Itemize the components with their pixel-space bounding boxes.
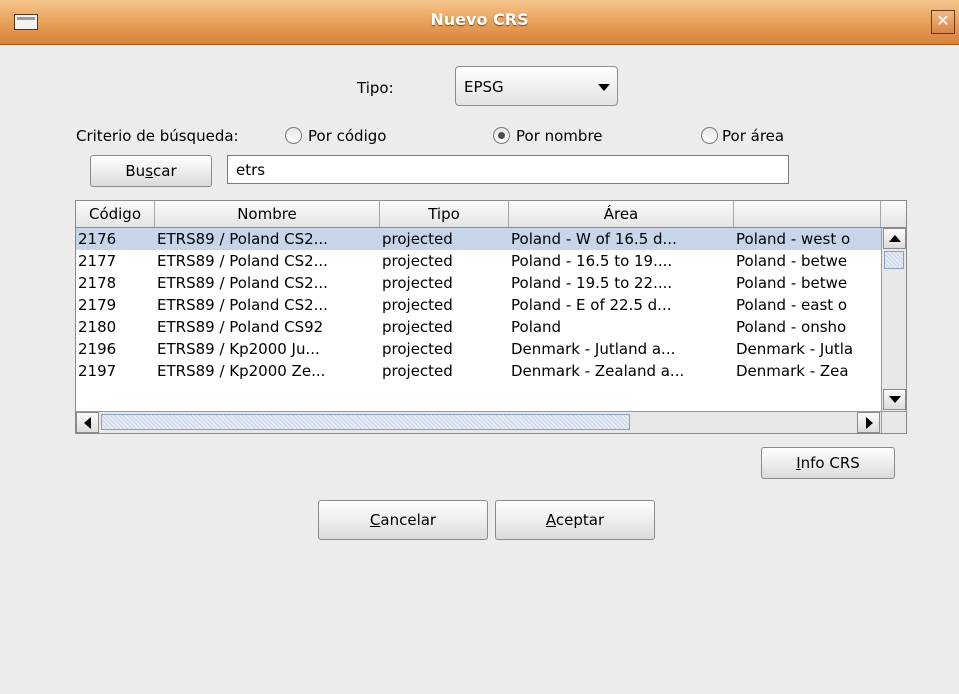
cell-tipo: projected <box>382 340 453 358</box>
horizontal-scroll-thumb[interactable] <box>101 414 630 430</box>
scroll-up-icon <box>889 235 901 242</box>
dropdown-arrow-icon <box>598 84 610 91</box>
cell-descripcion: Poland - west o <box>736 230 851 248</box>
radio-por-codigo[interactable] <box>285 127 302 144</box>
crs-table: Código Nombre Tipo Área 2176 ETRS89 / Pol… <box>75 200 907 434</box>
cell-descripcion: Poland - betwe <box>736 252 848 270</box>
radio-por-nombre-label[interactable]: Por nombre <box>516 127 603 145</box>
cell-nombre: ETRS89 / Kp2000 Ju... <box>157 340 320 358</box>
cell-codigo: 2177 <box>78 252 117 270</box>
table-header: Código Nombre Tipo Área <box>76 201 906 228</box>
cell-area: Poland <box>511 318 562 336</box>
tipo-selected-value: EPSG <box>464 78 504 96</box>
cancelar-label: ancelar <box>380 511 437 529</box>
table-row[interactable]: 2180 ETRS89 / Poland CS92 projected Poland P… <box>76 316 881 338</box>
tipo-select[interactable]: EPSG <box>455 66 618 106</box>
search-input[interactable] <box>227 155 789 184</box>
cell-area: Poland - 16.5 to 19.... <box>511 252 673 270</box>
column-header-tipo[interactable]: Tipo <box>380 201 509 227</box>
cell-codigo: 2176 <box>78 230 117 248</box>
column-header-nombre[interactable]: Nombre <box>155 201 380 227</box>
table-row[interactable]: 2196 ETRS89 / Kp2000 Ju... projected Denmar… <box>76 338 881 360</box>
cell-area: Poland - E of 22.5 d... <box>511 296 672 314</box>
scroll-down-icon <box>889 396 901 403</box>
title-bar[interactable]: Nuevo CRS ✕ <box>0 0 959 45</box>
tipo-label: Tipo: <box>357 79 394 97</box>
scroll-left-icon <box>84 417 91 429</box>
scroll-down-button[interactable] <box>883 389 906 410</box>
aceptar-mnemonic: A <box>545 511 556 529</box>
cell-nombre: ETRS89 / Kp2000 Ze... <box>157 362 326 380</box>
table-row[interactable]: 2179 ETRS89 / Poland CS2... projected Polan… <box>76 294 881 316</box>
table-row[interactable]: 2178 ETRS89 / Poland CS2... projected Polan… <box>76 272 881 294</box>
cell-tipo: projected <box>382 362 453 380</box>
scroll-up-button[interactable] <box>883 228 906 249</box>
scroll-corner <box>881 411 906 433</box>
scroll-left-button[interactable] <box>76 412 99 433</box>
cell-area: Denmark - Zealand a... <box>511 362 685 380</box>
radio-por-nombre[interactable] <box>493 127 510 144</box>
cell-tipo: projected <box>382 296 453 314</box>
cell-nombre: ETRS89 / Poland CS2... <box>157 252 328 270</box>
close-icon[interactable]: ✕ <box>931 10 955 34</box>
column-header-codigo[interactable]: Código <box>76 201 155 227</box>
buscar-mnemonic: s <box>145 162 154 180</box>
radio-por-codigo-label[interactable]: Por código <box>308 127 386 145</box>
cell-codigo: 2196 <box>78 340 117 358</box>
table-row[interactable]: 2176 ETRS89 / Poland CS2... projected Polan… <box>76 228 881 250</box>
cell-nombre: ETRS89 / Poland CS2... <box>157 230 328 248</box>
cell-descripcion: Denmark - Jutla <box>736 340 854 358</box>
cell-descripcion: Poland - betwe <box>736 274 848 292</box>
cell-area: Poland - W of 16.5 d... <box>511 230 677 248</box>
radio-por-area-label[interactable]: Por área <box>722 127 784 145</box>
cell-tipo: projected <box>382 230 453 248</box>
cell-nombre: ETRS89 / Poland CS92 <box>157 318 324 336</box>
vertical-scroll-thumb[interactable] <box>884 251 904 269</box>
horizontal-scrollbar[interactable] <box>76 411 881 433</box>
table-row[interactable]: 2177 ETRS89 / Poland CS2... projected Polan… <box>76 250 881 272</box>
cell-tipo: projected <box>382 274 453 292</box>
cell-area: Denmark - Jutland a... <box>511 340 676 358</box>
cell-descripcion: Poland - east o <box>736 296 848 314</box>
cancelar-mnemonic: C <box>369 511 381 529</box>
cell-area: Poland - 19.5 to 22.... <box>511 274 673 292</box>
scroll-right-button[interactable] <box>857 412 880 433</box>
info-label: nfo CRS <box>800 454 860 472</box>
info-crs-button[interactable]: Info CRS <box>761 447 895 479</box>
scroll-right-icon <box>866 417 873 429</box>
radio-selected-dot <box>498 132 505 139</box>
vertical-scrollbar[interactable] <box>881 228 906 412</box>
cell-codigo: 2197 <box>78 362 117 380</box>
buscar-button[interactable]: Buscar <box>90 155 212 187</box>
table-row[interactable]: 2197 ETRS89 / Kp2000 Ze... projected Denmar… <box>76 360 881 382</box>
aceptar-label: ceptar <box>555 511 605 529</box>
aceptar-button[interactable]: Aceptar <box>495 500 655 540</box>
cell-tipo: projected <box>382 252 453 270</box>
cancelar-button[interactable]: Cancelar <box>318 500 488 540</box>
cell-codigo: 2179 <box>78 296 117 314</box>
buscar-label-pre: Bu <box>125 162 146 180</box>
cell-codigo: 2178 <box>78 274 117 292</box>
criterio-label: Criterio de búsqueda: <box>76 127 239 145</box>
cell-codigo: 2180 <box>78 318 117 336</box>
cell-nombre: ETRS89 / Poland CS2... <box>157 296 328 314</box>
cell-nombre: ETRS89 / Poland CS2... <box>157 274 328 292</box>
cell-descripcion: Denmark - Zea <box>736 362 849 380</box>
buscar-label-post: car <box>153 162 177 180</box>
window-title: Nuevo CRS <box>430 10 529 29</box>
cell-descripcion: Poland - onsho <box>736 318 847 336</box>
column-header-descripcion[interactable] <box>734 201 881 227</box>
radio-por-area[interactable] <box>701 127 718 144</box>
cell-tipo: projected <box>382 318 453 336</box>
nuevo-crs-dialog: Nuevo CRS ✕ Tipo: EPSG Criterio de búsqu… <box>0 0 959 694</box>
column-header-area[interactable]: Área <box>509 201 734 227</box>
